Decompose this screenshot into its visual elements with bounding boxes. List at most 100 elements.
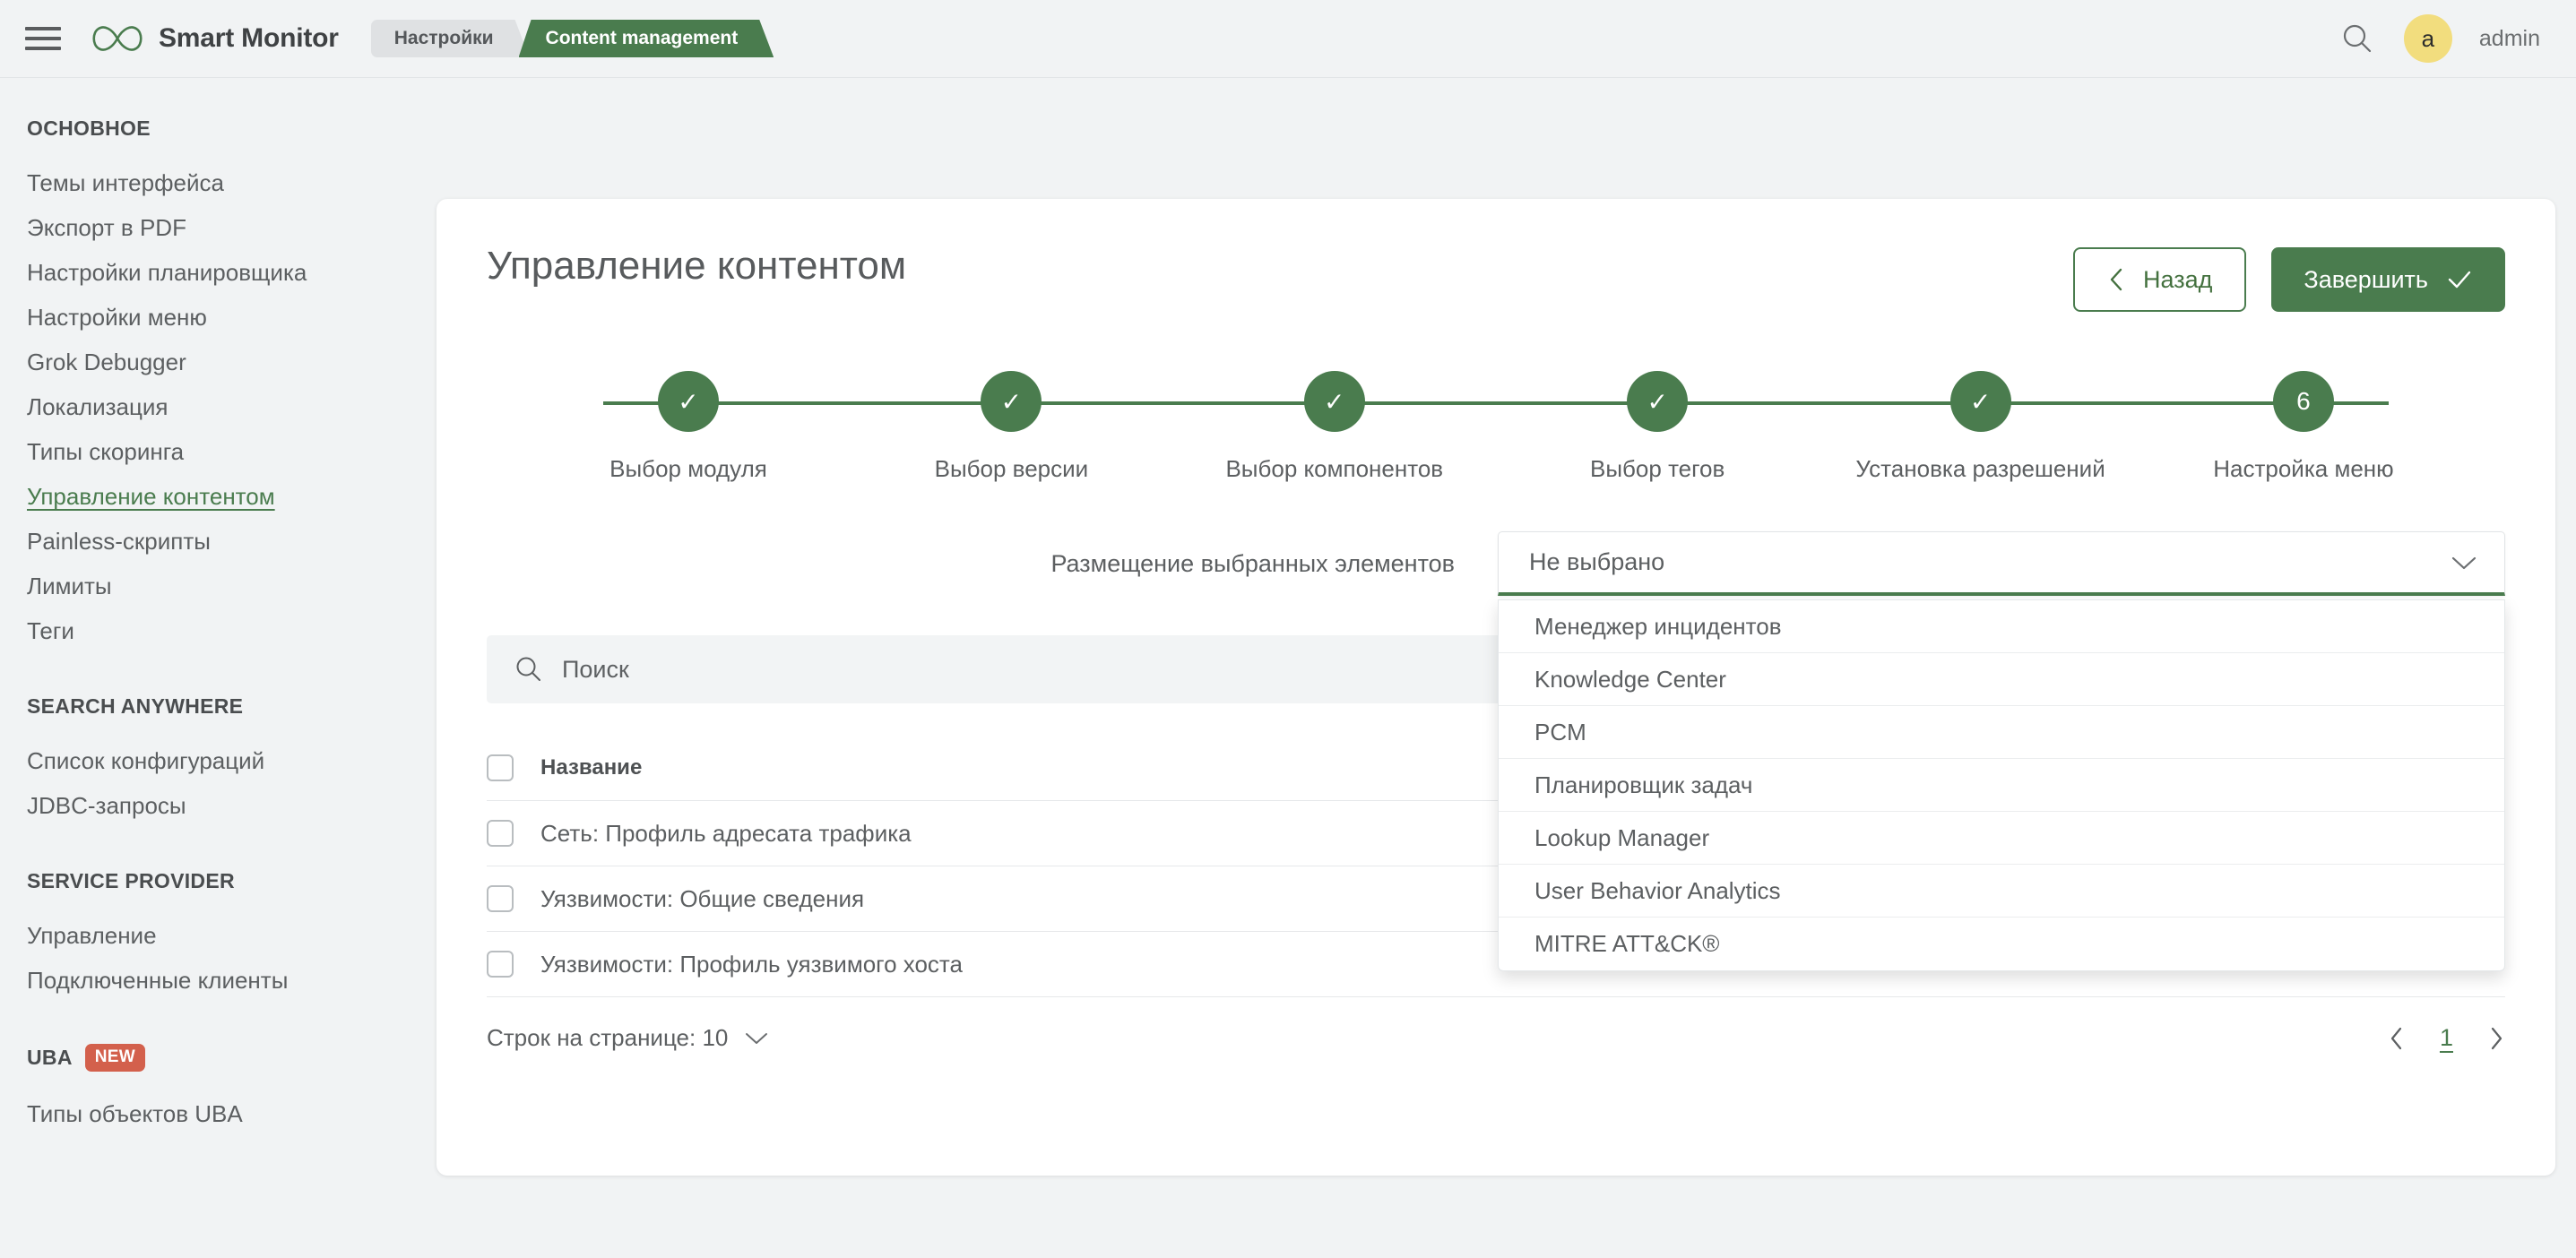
step-label: Выбор версии (934, 455, 1089, 482)
sidebar-item-menu-settings[interactable]: Настройки меню (27, 295, 437, 340)
sidebar-item-localization[interactable]: Локализация (27, 384, 437, 429)
sidebar-item-scoring-types[interactable]: Типы скоринга (27, 429, 437, 474)
sidebar-item-scheduler-settings[interactable]: Настройки планировщика (27, 250, 437, 295)
row-checkbox[interactable] (487, 820, 514, 847)
sidebar-group-title-search-anywhere: SEARCH ANYWHERE (27, 694, 244, 718)
step-component-selection[interactable]: ✓ Выбор компонентов (1187, 371, 1482, 483)
finish-button[interactable]: Завершить (2271, 247, 2505, 312)
rows-per-page-label: Строк на странице: 10 (487, 1024, 729, 1051)
pagination-next-button[interactable] (2487, 1025, 2505, 1052)
check-icon (2448, 271, 2471, 289)
placement-row: Размещение выбранных элементов Не выбран… (487, 531, 2505, 971)
sidebar-group-title-uba: UBA NEW (27, 1044, 437, 1072)
sidebar-item-management[interactable]: Управление (27, 913, 437, 958)
step-label: Настройка меню (2213, 455, 2394, 482)
tab-settings[interactable]: Настройки (371, 20, 530, 57)
sidebar-item-config-list[interactable]: Список конфигураций (27, 738, 437, 783)
row-name: Сеть: Профиль адресата трафика (540, 819, 912, 847)
sidebar-group-label-uba: UBA (27, 1046, 73, 1069)
wizard-stepper: ✓ Выбор модуля ✓ Выбор версии ✓ Выбор ко… (487, 371, 2505, 483)
placement-dropdown-list: Менеджер инцидентов Knowledge Center PCM… (1498, 599, 2505, 971)
column-header-name: Название (540, 755, 643, 780)
search-input-placeholder: Поиск (562, 655, 629, 683)
placement-select-value: Не выбрано (1529, 548, 1665, 575)
tab-content-management[interactable]: Content management (519, 20, 774, 57)
sidebar-item-jdbc-queries[interactable]: JDBC-запросы (27, 783, 437, 828)
step-marker: ✓ (1627, 371, 1689, 432)
step-label: Выбор тегов (1590, 455, 1725, 482)
username-label: admin (2478, 25, 2540, 51)
pagination: 1 (2388, 1024, 2505, 1052)
avatar[interactable]: a (2403, 14, 2452, 63)
dropdown-option-lookup-manager[interactable]: Lookup Manager (1499, 812, 2504, 865)
new-badge: NEW (84, 1044, 145, 1072)
sidebar: ОСНОВНОЕ Темы интерфейса Экспорт в PDF Н… (0, 79, 437, 1258)
dropdown-option-mitre-attack[interactable]: MITRE ATT&CK® (1499, 918, 2504, 970)
pagination-prev-button[interactable] (2388, 1025, 2406, 1052)
infinity-logo-icon (92, 26, 143, 51)
search-icon (516, 657, 540, 681)
hamburger-menu-icon[interactable] (25, 24, 61, 53)
step-label: Выбор модуля (609, 455, 767, 482)
brand-name: Smart Monitor (159, 23, 339, 53)
step-marker: ✓ (981, 371, 1042, 432)
step-menu-setup[interactable]: 6 Настройка меню (2156, 371, 2451, 483)
dropdown-option-task-scheduler[interactable]: Планировщик задач (1499, 759, 2504, 812)
sidebar-item-limits[interactable]: Лимиты (27, 564, 437, 608)
step-tag-selection[interactable]: ✓ Выбор тегов (1509, 371, 1805, 483)
sidebar-item-content-management[interactable]: Управление контентом (27, 474, 437, 519)
brand: Smart Monitor (88, 21, 339, 56)
breadcrumb-tabs: Настройки Content management (371, 20, 774, 57)
placement-label: Размещение выбранных элементов (1050, 549, 1455, 577)
card-header-actions: Назад Завершить (2073, 247, 2505, 312)
placement-select-wrap: Не выбрано Менеджер инцидентов Knowledge… (1498, 531, 2505, 971)
content-management-card: Управление контентом Назад Завершить ✓ В… (437, 199, 2555, 1176)
placement-select[interactable]: Не выбрано (1498, 531, 2505, 596)
step-marker: 6 (2272, 371, 2334, 432)
sidebar-group-title-osnovnoe: ОСНОВНОЕ (27, 116, 151, 140)
dropdown-option-knowledge-center[interactable]: Knowledge Center (1499, 653, 2504, 706)
rows-per-page-select[interactable]: Строк на странице: 10 (487, 1024, 769, 1052)
select-all-checkbox[interactable] (487, 754, 514, 781)
sidebar-item-export-pdf[interactable]: Экспорт в PDF (27, 205, 437, 250)
dropdown-option-pcm[interactable]: PCM (1499, 706, 2504, 759)
row-checkbox[interactable] (487, 885, 514, 912)
step-label: Выбор компонентов (1225, 455, 1444, 482)
step-marker: ✓ (658, 371, 719, 432)
page-title: Управление контентом (487, 244, 907, 288)
step-version-selection[interactable]: ✓ Выбор версии (863, 371, 1159, 483)
dropdown-option-uba[interactable]: User Behavior Analytics (1499, 865, 2504, 918)
sidebar-item-uba-object-types[interactable]: Типы объектов UBA (27, 1091, 437, 1136)
row-name: Уязвимости: Общие сведения (540, 884, 865, 912)
back-button-label: Назад (2143, 265, 2213, 293)
chevron-right-icon (2491, 1027, 2503, 1049)
chevron-left-icon (2110, 268, 2122, 291)
sidebar-item-interface-themes[interactable]: Темы интерфейса (27, 160, 437, 205)
chevron-down-icon (746, 1032, 768, 1044)
sidebar-item-connected-clients[interactable]: Подключенные клиенты (27, 958, 437, 1003)
sidebar-group-title-service-provider: SERVICE PROVIDER (27, 869, 235, 892)
chevron-down-icon (2451, 556, 2477, 569)
sidebar-item-grok-debugger[interactable]: Grok Debugger (27, 340, 437, 384)
card-header: Управление контентом Назад Завершить (437, 199, 2555, 312)
sidebar-item-tags[interactable]: Теги (27, 608, 437, 653)
sidebar-item-painless-scripts[interactable]: Painless-скрипты (27, 519, 437, 564)
step-label: Установка разрешений (1855, 455, 2105, 482)
top-bar-right: a admin (2338, 14, 2540, 63)
top-bar: Smart Monitor Настройки Content manageme… (0, 0, 2576, 78)
row-checkbox[interactable] (487, 951, 514, 978)
step-marker: ✓ (1303, 371, 1365, 432)
step-permissions[interactable]: ✓ Установка разрешений (1833, 371, 2129, 483)
step-marker: ✓ (1949, 371, 2011, 432)
table-footer: Строк на странице: 10 1 (487, 1024, 2505, 1052)
step-module-selection[interactable]: ✓ Выбор модуля (540, 371, 836, 483)
dropdown-option-incident-manager[interactable]: Менеджер инцидентов (1499, 600, 2504, 653)
back-button[interactable]: Назад (2073, 247, 2247, 312)
search-icon[interactable] (2338, 19, 2377, 58)
row-name: Уязвимости: Профиль уязвимого хоста (540, 950, 964, 978)
chevron-left-icon (2390, 1027, 2402, 1049)
pagination-page-1[interactable]: 1 (2440, 1024, 2453, 1052)
